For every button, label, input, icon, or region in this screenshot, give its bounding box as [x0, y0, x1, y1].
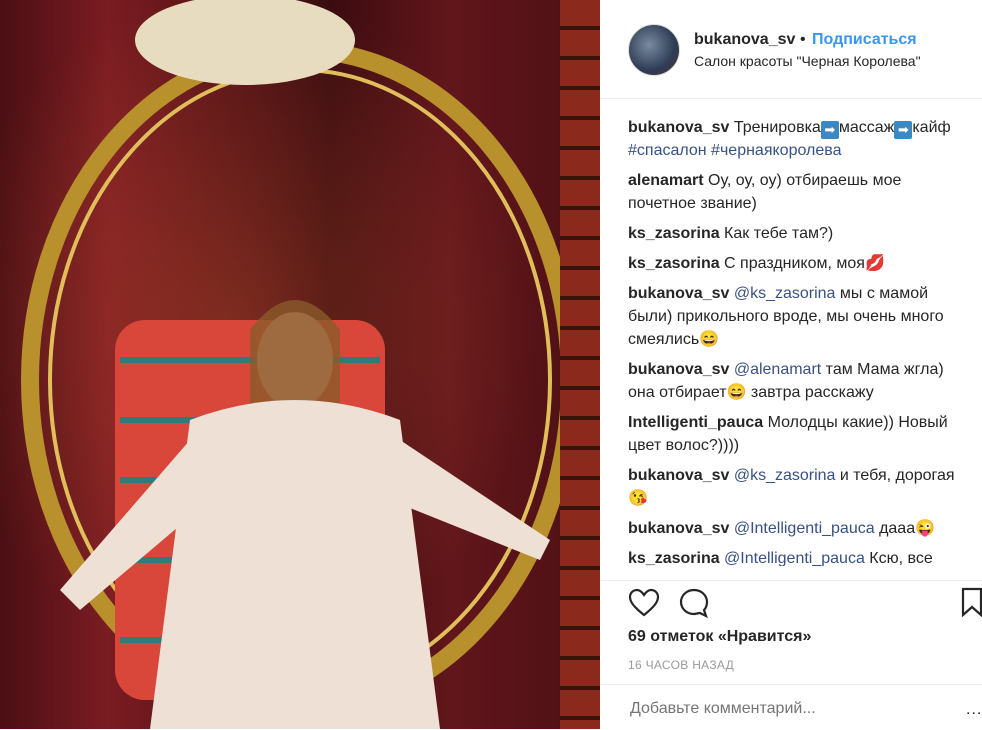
comment-username[interactable]: bukanova_sv — [628, 285, 729, 302]
mention-link[interactable]: @alenamart — [729, 361, 821, 378]
comment-username[interactable]: ks_zasorina — [628, 550, 720, 566]
heart-icon[interactable] — [628, 587, 660, 619]
comment-username[interactable]: Intelligenti_pauca — [628, 414, 763, 431]
comment-username[interactable]: ks_zasorina — [628, 225, 720, 242]
comment-item: ks_zasorina @Intelligenti_pauca Ксю, все — [628, 547, 968, 566]
comment-item: bukanova_sv @alenamart там Мама жгла) он… — [628, 358, 968, 404]
add-comment-bar: ... — [600, 684, 982, 730]
photo-scene — [21, 0, 579, 729]
comment-username[interactable]: bukanova_sv — [628, 361, 729, 378]
likes-count[interactable]: 69 отметок «Нравится» — [628, 628, 811, 646]
comment-text: С праздником, моя💋 — [719, 255, 885, 272]
comment-item: bukanova_sv @Intelligenti_pauca дааа😜 — [628, 517, 968, 540]
more-options-icon[interactable]: ... — [966, 701, 982, 719]
post-sidebar: bukanova_sv • Подписаться Салон красоты … — [600, 0, 982, 729]
comment-text: Ксю, все — [864, 550, 933, 566]
post-header: bukanova_sv • Подписаться Салон красоты … — [600, 0, 982, 99]
right-arrow-emoji-icon: ➡ — [894, 121, 913, 139]
comments-list: bukanova_sv Тренировка ➡ массаж ➡ кайф #спас… — [628, 116, 968, 566]
comment-text: массаж — [838, 119, 895, 136]
comment-text: дааа😜 — [874, 520, 936, 537]
avatar[interactable] — [628, 24, 680, 76]
mention-link[interactable]: #спасалон #чернаякоролева — [628, 142, 841, 159]
comment-item: bukanova_sv @ks_zasorina и тебя, дорогая… — [628, 464, 968, 510]
comment-input[interactable] — [628, 699, 932, 719]
brick-wall — [560, 0, 600, 729]
mention-link[interactable]: @ks_zasorina — [729, 467, 836, 484]
comment-item: alenamart Оу, оу, оу) отбираешь мое поче… — [628, 169, 968, 215]
comment-item: ks_zasorina Как тебе там?) — [628, 222, 968, 245]
mention-link[interactable]: @Intelligenti_pauca — [729, 520, 875, 537]
action-bar — [600, 580, 982, 621]
comment-item: bukanova_sv Тренировка ➡ массаж ➡ кайф #спас… — [628, 116, 968, 162]
location-link[interactable]: Салон красоты "Черная Королева" — [694, 53, 921, 69]
bookmark-icon[interactable] — [960, 587, 982, 617]
comment-username[interactable]: bukanova_sv — [628, 467, 729, 484]
comment-item: bukanova_sv @ks_zasorina мы с мамой были… — [628, 282, 968, 351]
comment-username[interactable]: alenamart — [628, 172, 704, 189]
post-timestamp[interactable]: 16 ЧАСОВ НАЗАД — [628, 658, 734, 672]
comment-username[interactable]: ks_zasorina — [628, 255, 720, 272]
comment-text: кайф — [912, 119, 951, 136]
mention-link[interactable]: @Intelligenti_pauca — [720, 550, 865, 566]
right-arrow-emoji-icon: ➡ — [820, 121, 839, 139]
comment-item: ks_zasorina С праздником, моя💋 — [628, 252, 968, 275]
comment-username[interactable]: bukanova_sv — [628, 119, 729, 136]
comment-text: Тренировка — [729, 119, 821, 136]
comment-username[interactable]: bukanova_sv — [628, 520, 729, 537]
author-username[interactable]: bukanova_sv — [694, 31, 795, 49]
comment-text: Как тебе там?) — [719, 225, 834, 242]
comment-item: Intelligenti_pauca Молодцы какие)) Новый… — [628, 411, 968, 457]
comment-icon[interactable] — [678, 587, 710, 619]
post-photo[interactable] — [0, 0, 600, 729]
separator-dot: • — [800, 31, 806, 48]
mention-link[interactable]: @ks_zasorina — [729, 285, 836, 302]
follow-button[interactable]: Подписаться — [812, 31, 917, 49]
